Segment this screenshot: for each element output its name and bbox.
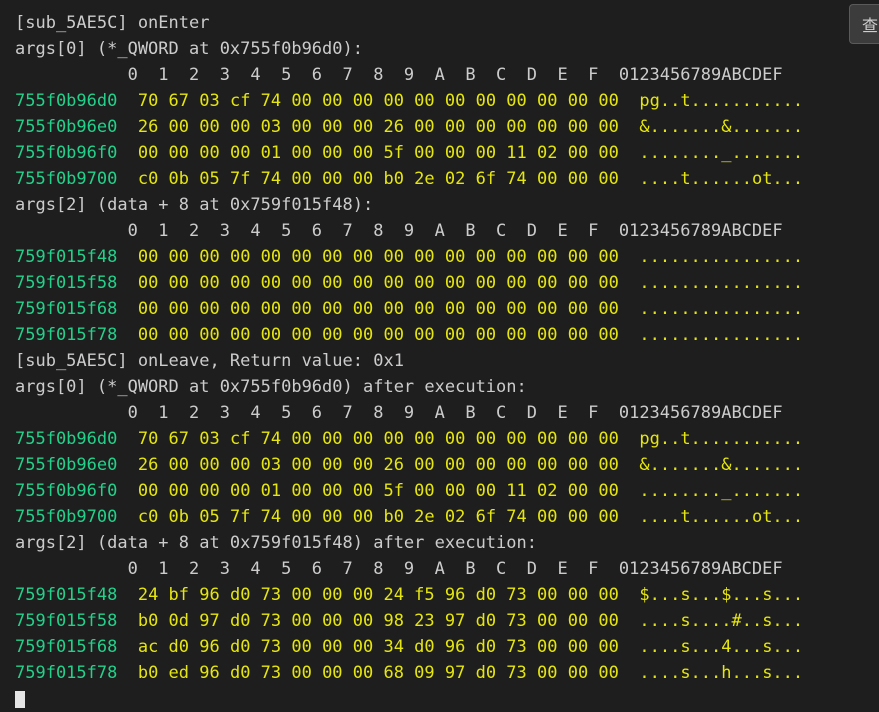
hexdump-header: 0 1 2 3 4 5 6 7 8 9 A B C D E F 01234567…: [15, 65, 783, 85]
hexdump-address: 759f015f48: [15, 585, 118, 605]
prompt-line: [15, 686, 865, 712]
hexdump-bytes: 00 00 00 00 00 00 00 00 00 00 00 00 00 0…: [137, 273, 619, 293]
log-line: args[0] (*_QWORD at 0x755f0b96d0):: [15, 39, 363, 59]
hexdump-address: 759f015f78: [15, 325, 118, 345]
hexdump-address: 759f015f58: [15, 611, 118, 631]
terminal-output[interactable]: [sub_5AE5C] onEnter args[0] (*_QWORD at 0…: [15, 10, 865, 712]
hexdump-row: 759f015f78 b0 ed 96 d0 73 00 00 00 68 09…: [15, 660, 865, 686]
hexdump-row: 755f0b96d0 70 67 03 cf 74 00 00 00 00 00…: [15, 426, 865, 452]
hexdump-bytes: c0 0b 05 7f 74 00 00 00 b0 2e 02 6f 74 0…: [137, 169, 619, 189]
hexdump-address: 755f0b9700: [15, 169, 118, 189]
hexdump-ascii: pg..t...........: [639, 91, 804, 111]
hexdump-ascii: pg..t...........: [639, 429, 804, 449]
hexdump-address: 755f0b96f0: [15, 143, 118, 163]
hexdump-ascii: ................: [639, 325, 804, 345]
log-line: args[0] (*_QWORD at 0x755f0b96d0) after …: [15, 377, 527, 397]
hexdump-address: 759f015f78: [15, 663, 118, 683]
hexdump-row: 755f0b9700 c0 0b 05 7f 74 00 00 00 b0 2e…: [15, 166, 865, 192]
hexdump-bytes: 00 00 00 00 00 00 00 00 00 00 00 00 00 0…: [137, 325, 619, 345]
hexdump-bytes: c0 0b 05 7f 74 00 00 00 b0 2e 02 6f 74 0…: [137, 507, 619, 527]
hexdump-row: 755f0b9700 c0 0b 05 7f 74 00 00 00 b0 2e…: [15, 504, 865, 530]
log-line: args[2] (data + 8 at 0x759f015f48) after…: [15, 533, 537, 553]
hexdump-row: 755f0b96f0 00 00 00 00 01 00 00 00 5f 00…: [15, 478, 865, 504]
hexdump-bytes: 70 67 03 cf 74 00 00 00 00 00 00 00 00 0…: [137, 91, 619, 111]
hexdump-ascii: &.......&.......: [639, 455, 804, 475]
hexdump-address: 755f0b96d0: [15, 429, 118, 449]
hexdump-address: 755f0b96e0: [15, 117, 118, 137]
hexdump-row: 755f0b96e0 26 00 00 00 03 00 00 00 26 00…: [15, 114, 865, 140]
hexdump-row: 755f0b96f0 00 00 00 00 01 00 00 00 5f 00…: [15, 140, 865, 166]
hexdump-bytes: 26 00 00 00 03 00 00 00 26 00 00 00 00 0…: [137, 117, 619, 137]
hexdump-ascii: ................: [639, 247, 804, 267]
hexdump-row: 755f0b96d0 70 67 03 cf 74 00 00 00 00 00…: [15, 88, 865, 114]
side-panel-button[interactable]: 查: [849, 4, 879, 44]
hexdump-ascii: ........_.......: [639, 143, 804, 163]
hexdump-bytes: 24 bf 96 d0 73 00 00 00 24 f5 96 d0 73 0…: [137, 585, 619, 605]
log-line: args[2] (data + 8 at 0x759f015f48):: [15, 195, 374, 215]
side-panel-button-label: 查: [862, 16, 879, 35]
hexdump-bytes: 26 00 00 00 03 00 00 00 26 00 00 00 00 0…: [137, 455, 619, 475]
hexdump-row: 759f015f48 00 00 00 00 00 00 00 00 00 00…: [15, 244, 865, 270]
hexdump-header: 0 1 2 3 4 5 6 7 8 9 A B C D E F 01234567…: [15, 403, 783, 423]
hexdump-ascii: ........_.......: [639, 481, 804, 501]
hexdump-bytes: 70 67 03 cf 74 00 00 00 00 00 00 00 00 0…: [137, 429, 619, 449]
hexdump-address: 759f015f58: [15, 273, 118, 293]
hexdump-row: 759f015f58 00 00 00 00 00 00 00 00 00 00…: [15, 270, 865, 296]
hexdump-bytes: 00 00 00 00 01 00 00 00 5f 00 00 00 11 0…: [137, 143, 619, 163]
hexdump-row: 759f015f68 ac d0 96 d0 73 00 00 00 34 d0…: [15, 634, 865, 660]
hexdump-row: 755f0b96e0 26 00 00 00 03 00 00 00 26 00…: [15, 452, 865, 478]
hexdump-bytes: ac d0 96 d0 73 00 00 00 34 d0 96 d0 73 0…: [137, 637, 619, 657]
hexdump-header: 0 1 2 3 4 5 6 7 8 9 A B C D E F 01234567…: [15, 221, 783, 241]
hexdump-ascii: ................: [639, 299, 804, 319]
hexdump-address: 755f0b9700: [15, 507, 118, 527]
hexdump-bytes: b0 ed 96 d0 73 00 00 00 68 09 97 d0 73 0…: [137, 663, 619, 683]
hexdump-bytes: 00 00 00 00 00 00 00 00 00 00 00 00 00 0…: [137, 299, 619, 319]
text-cursor: [15, 691, 25, 708]
hexdump-ascii: ....s....#..s...: [639, 611, 804, 631]
hexdump-bytes: 00 00 00 00 00 00 00 00 00 00 00 00 00 0…: [137, 247, 619, 267]
hexdump-ascii: ....t......ot...: [639, 507, 804, 527]
hexdump-ascii: &.......&.......: [639, 117, 804, 137]
hexdump-header: 0 1 2 3 4 5 6 7 8 9 A B C D E F 01234567…: [15, 559, 783, 579]
hexdump-ascii: ....s...h...s...: [639, 663, 804, 683]
hexdump-address: 755f0b96f0: [15, 481, 118, 501]
hexdump-bytes: 00 00 00 00 01 00 00 00 5f 00 00 00 11 0…: [137, 481, 619, 501]
hexdump-row: 759f015f78 00 00 00 00 00 00 00 00 00 00…: [15, 322, 865, 348]
hexdump-row: 759f015f48 24 bf 96 d0 73 00 00 00 24 f5…: [15, 582, 865, 608]
log-line: [sub_5AE5C] onLeave, Return value: 0x1: [15, 351, 404, 371]
hexdump-ascii: ................: [639, 273, 804, 293]
hexdump-address: 755f0b96e0: [15, 455, 118, 475]
hexdump-bytes: b0 0d 97 d0 73 00 00 00 98 23 97 d0 73 0…: [137, 611, 619, 631]
hexdump-address: 759f015f68: [15, 299, 118, 319]
hexdump-address: 759f015f48: [15, 247, 118, 267]
hexdump-address: 759f015f68: [15, 637, 118, 657]
log-line: [sub_5AE5C] onEnter: [15, 13, 210, 33]
hexdump-row: 759f015f68 00 00 00 00 00 00 00 00 00 00…: [15, 296, 865, 322]
hexdump-ascii: $...s...$...s...: [639, 585, 804, 605]
hexdump-address: 755f0b96d0: [15, 91, 118, 111]
hexdump-ascii: ....t......ot...: [639, 169, 804, 189]
hexdump-row: 759f015f58 b0 0d 97 d0 73 00 00 00 98 23…: [15, 608, 865, 634]
hexdump-ascii: ....s...4...s...: [639, 637, 804, 657]
